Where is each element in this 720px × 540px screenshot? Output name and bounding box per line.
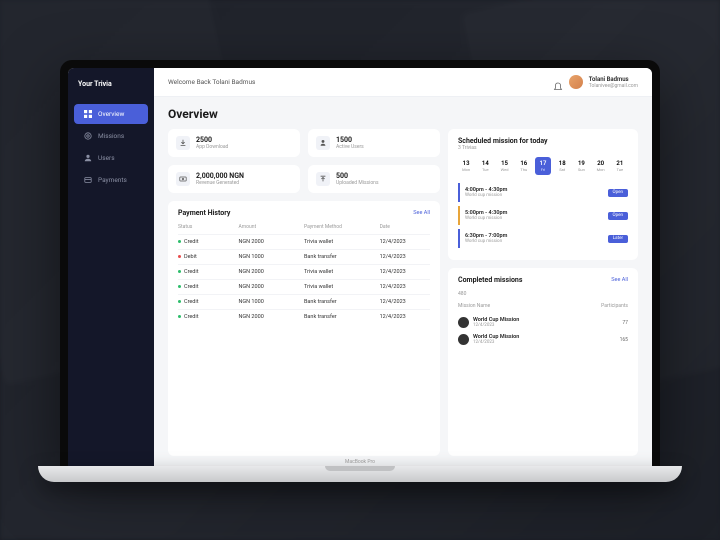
brand-logo: Your Trivia <box>68 80 154 102</box>
calendar-day[interactable]: 17Fri <box>535 157 551 175</box>
stat-active-users: 1500Active Users <box>308 129 440 157</box>
page-title: Overview <box>168 107 638 121</box>
topbar: Welcome Back Tolani Badmus Tolani Badmus… <box>154 68 652 97</box>
avatar[interactable] <box>569 75 583 89</box>
download-icon <box>176 136 190 150</box>
calendar-day[interactable]: 13Mon <box>458 157 474 175</box>
table-row[interactable]: DebitNGN 1000Bank transfer12/4/2023 <box>178 249 430 264</box>
status-badge: Open <box>608 212 629 220</box>
users-small-icon <box>316 136 330 150</box>
user-email: Tolanivee@gmail.com <box>589 83 638 89</box>
calendar-day[interactable]: 21Tue <box>612 157 628 175</box>
stat-revenue: 2,000,000 NGNRevenue Generated <box>168 165 300 193</box>
payment-history-card: Payment History See All Status Amount Pa… <box>168 201 440 456</box>
see-all-link[interactable]: See All <box>413 210 430 216</box>
table-row[interactable]: CreditNGN 2000Bank transfer12/4/2023 <box>178 309 430 324</box>
table-row[interactable]: CreditNGN 2000Trivia wallet12/4/2023 <box>178 264 430 279</box>
laptop-mockup: Your Trivia Overview Missions Users Paym… <box>60 60 660 482</box>
mission-avatar <box>458 317 469 328</box>
upload-icon <box>316 172 330 186</box>
users-icon <box>84 154 92 162</box>
card-title: Scheduled mission for today <box>458 137 628 145</box>
card-icon <box>84 176 92 184</box>
sidebar: Your Trivia Overview Missions Users Paym… <box>68 68 154 466</box>
card-title: Completed missions <box>458 276 522 284</box>
status-badge: Later <box>608 235 628 243</box>
app-screen: Your Trivia Overview Missions Users Paym… <box>68 68 652 466</box>
calendar-day[interactable]: 16Thu <box>516 157 532 175</box>
calendar-day[interactable]: 18Sat <box>554 157 570 175</box>
nav-payments[interactable]: Payments <box>74 170 148 190</box>
mission-item[interactable]: 5:00pm - 4:30pmWorld cup missionOpen <box>458 206 628 225</box>
main-area: Welcome Back Tolani Badmus Tolani Badmus… <box>154 68 652 466</box>
table-row[interactable]: CreditNGN 2000Trivia wallet12/4/2023 <box>178 279 430 294</box>
nav-overview[interactable]: Overview <box>74 104 148 124</box>
laptop-base: MacBook Pro <box>38 466 682 482</box>
stat-downloads: 2500App Download <box>168 129 300 157</box>
target-icon <box>84 132 92 140</box>
bell-icon[interactable] <box>553 77 563 87</box>
device-label: MacBook Pro <box>345 459 375 465</box>
nav-label: Missions <box>98 132 124 140</box>
nav-users[interactable]: Users <box>74 148 148 168</box>
mission-avatar <box>458 334 469 345</box>
grid-icon <box>84 110 92 118</box>
stat-uploaded: 500Uploaded Missions <box>308 165 440 193</box>
welcome-text: Welcome Back Tolani Badmus <box>168 78 255 86</box>
user-name: Tolani Badmus <box>589 76 638 83</box>
calendar-day[interactable]: 19Sun <box>573 157 589 175</box>
calendar-day[interactable]: 15Wed <box>496 157 512 175</box>
calendar-day[interactable]: 20Mon <box>593 157 609 175</box>
status-badge: Open <box>608 189 629 197</box>
nav-label: Overview <box>98 110 124 118</box>
calendar-day[interactable]: 14Tue <box>477 157 493 175</box>
table-row[interactable]: CreditNGN 2000Trivia wallet12/4/2023 <box>178 234 430 249</box>
completed-row[interactable]: World Cup Mission12/4/202377 <box>458 314 628 331</box>
nav-label: Users <box>98 154 115 162</box>
scheduled-card: Scheduled mission for today 3 Trivias 13… <box>448 129 638 260</box>
money-icon <box>176 172 190 186</box>
scheduled-subtitle: 3 Trivias <box>458 145 628 151</box>
completed-card: Completed missions See All 480 Mission N… <box>448 268 638 456</box>
nav-label: Payments <box>98 176 127 184</box>
mission-item[interactable]: 4:00pm - 4:30pmWorld cup missionOpen <box>458 183 628 202</box>
table-row[interactable]: CreditNGN 1000Bank transfer12/4/2023 <box>178 294 430 309</box>
mission-item[interactable]: 6:30pm - 7:00pmWorld cup missionLater <box>458 229 628 248</box>
see-all-link[interactable]: See All <box>611 277 628 283</box>
table-header: Status Amount Payment Method Date <box>178 224 430 230</box>
nav-missions[interactable]: Missions <box>74 126 148 146</box>
card-title: Payment History <box>178 209 230 217</box>
completed-count: 480 <box>458 291 628 297</box>
completed-row[interactable]: World Cup Mission12/4/2023165 <box>458 331 628 348</box>
